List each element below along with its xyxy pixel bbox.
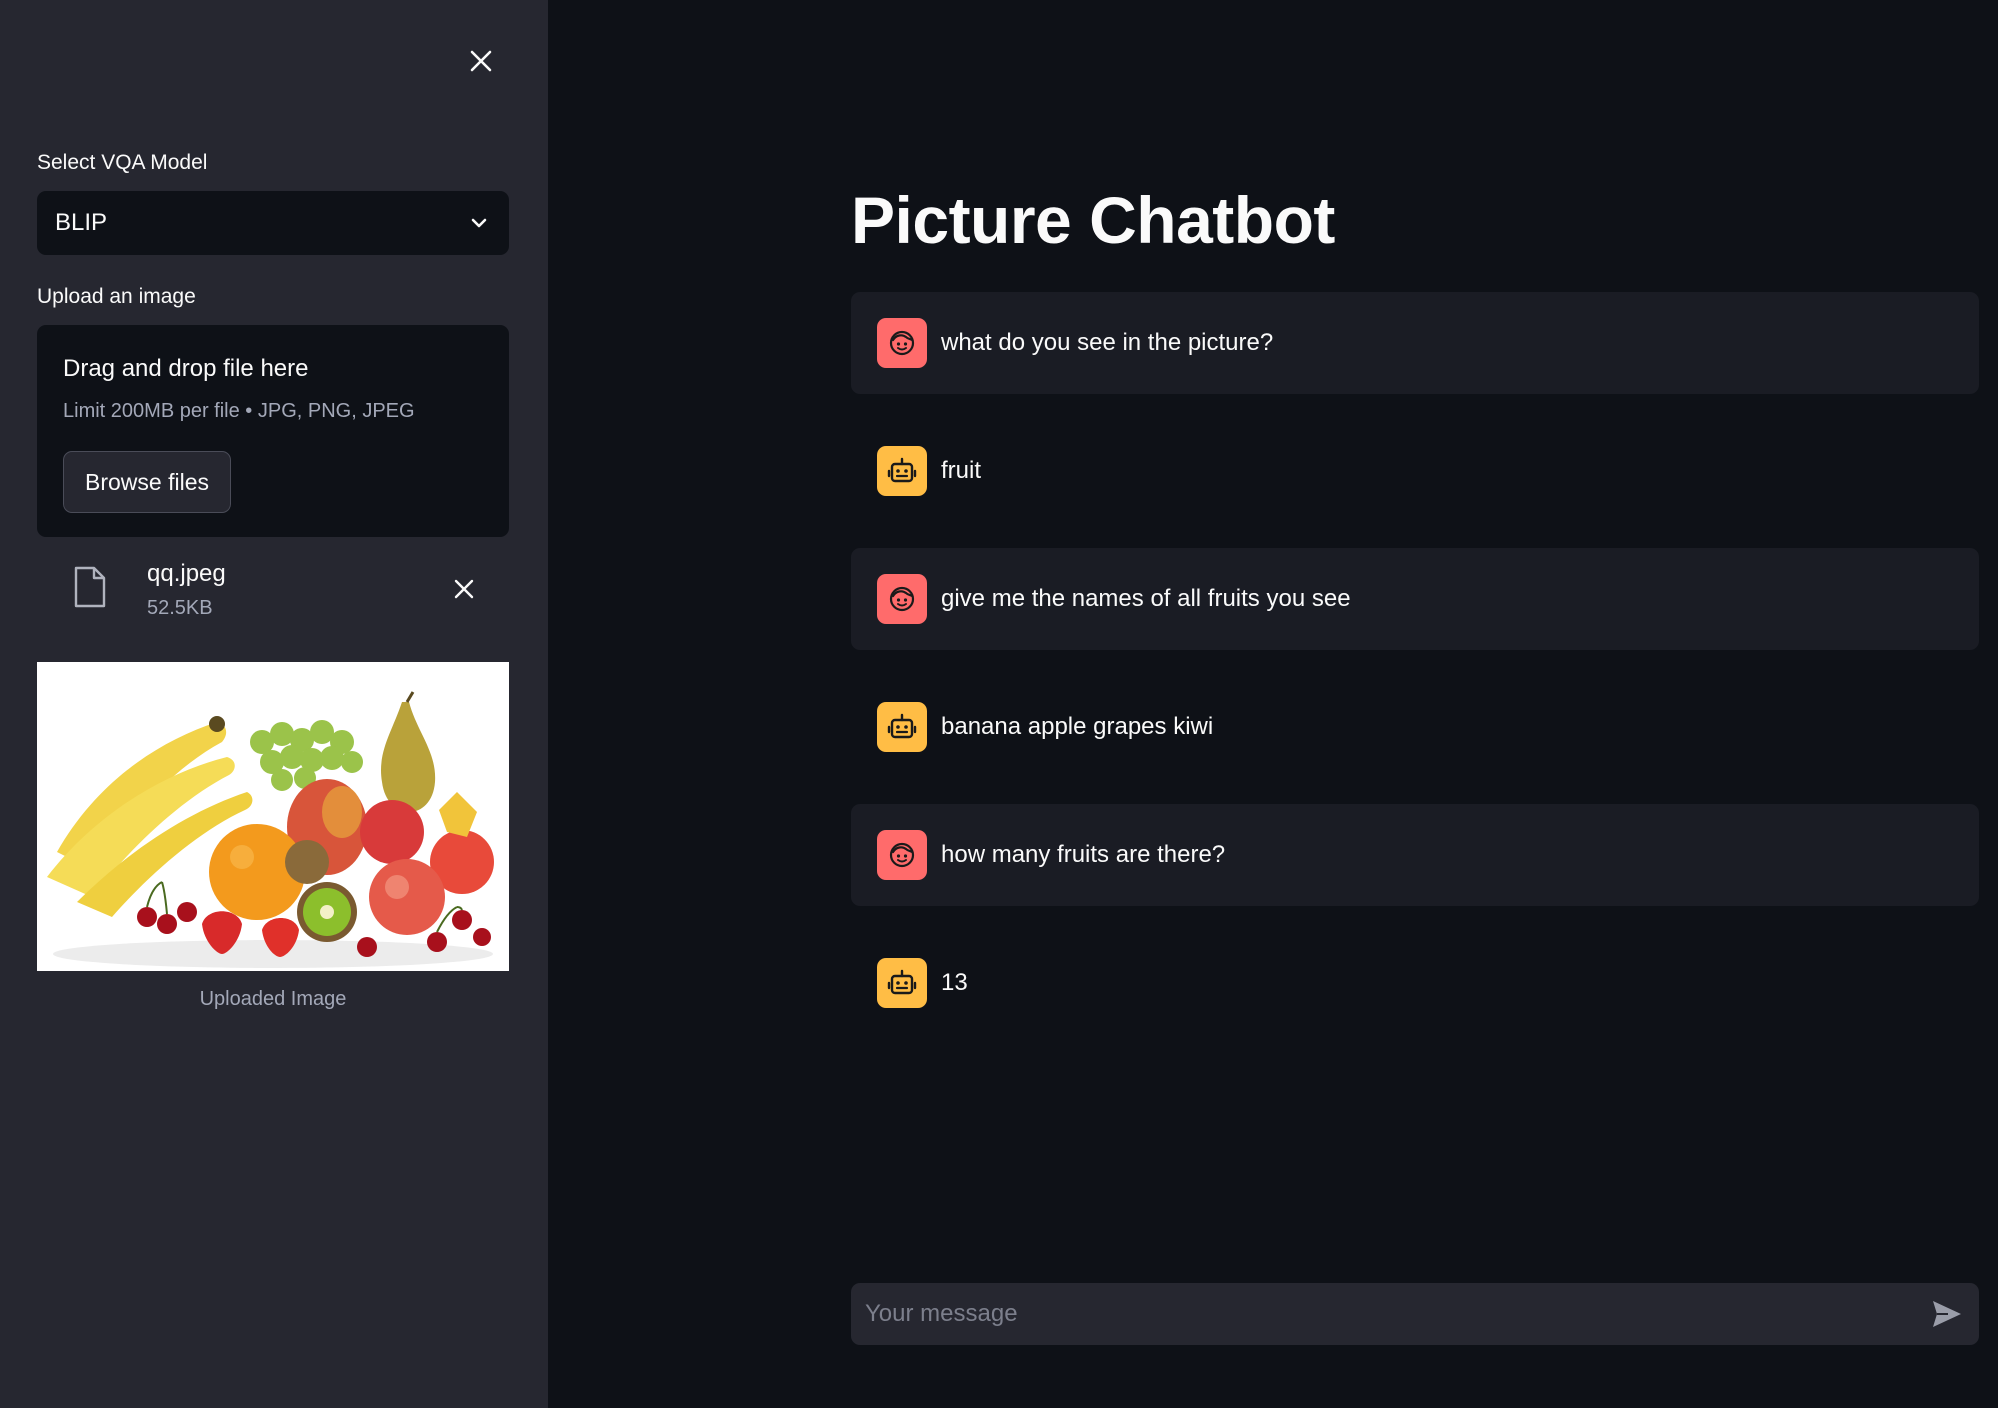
page-title: Picture Chatbot: [851, 183, 1335, 257]
user-face-icon: [889, 586, 915, 612]
user-message: give me the names of all fruits you see: [851, 548, 1979, 650]
message-text: what do you see in the picture?: [941, 329, 1274, 356]
assistant-message: 13: [851, 932, 1979, 1034]
assistant-avatar: [877, 958, 927, 1008]
sidebar-close-button[interactable]: [462, 42, 500, 80]
assistant-avatar: [877, 702, 927, 752]
user-message: what do you see in the picture?: [851, 292, 1979, 394]
dropzone-title: Drag and drop file here: [63, 355, 309, 382]
sidebar: Select VQA Model BLIP Upload an image Dr…: [0, 0, 548, 1408]
file-name: qq.jpeg: [147, 560, 226, 587]
close-icon: [454, 579, 474, 599]
model-select-value: BLIP: [55, 209, 108, 236]
chat-message-input[interactable]: [851, 1283, 1911, 1345]
remove-file-button[interactable]: [447, 572, 481, 606]
uploaded-image: [37, 662, 509, 971]
file-icon: [74, 566, 106, 608]
dropzone-limit: Limit 200MB per file • JPG, PNG, JPEG: [63, 400, 415, 422]
send-button[interactable]: [1929, 1297, 1965, 1331]
user-avatar: [877, 830, 927, 880]
model-select-label: Select VQA Model: [37, 151, 208, 174]
user-avatar: [877, 318, 927, 368]
app: Select VQA Model BLIP Upload an image Dr…: [0, 0, 1998, 1408]
robot-icon: [887, 457, 917, 483]
chat-input-container: [851, 1283, 1979, 1345]
message-text: banana apple grapes kiwi: [941, 713, 1214, 740]
assistant-message: fruit: [851, 420, 1979, 522]
user-message: how many fruits are there?: [851, 804, 1979, 906]
file-dropzone[interactable]: Drag and drop file here Limit 200MB per …: [37, 325, 509, 537]
browse-files-button[interactable]: Browse files: [63, 451, 231, 513]
upload-label: Upload an image: [37, 285, 196, 308]
assistant-message: banana apple grapes kiwi: [851, 676, 1979, 778]
message-text: 13: [941, 969, 968, 996]
close-icon: [470, 50, 492, 72]
user-face-icon: [889, 842, 915, 868]
message-text: how many fruits are there?: [941, 841, 1226, 868]
robot-icon: [887, 713, 917, 739]
user-face-icon: [889, 330, 915, 356]
file-size: 52.5KB: [147, 597, 213, 619]
assistant-avatar: [877, 446, 927, 496]
robot-icon: [887, 969, 917, 995]
image-caption: Uploaded Image: [199, 988, 347, 1010]
send-icon: [1933, 1301, 1961, 1327]
chat-messages: what do you see in the picture? fruit gi…: [851, 292, 1979, 1060]
message-text: give me the names of all fruits you see: [941, 585, 1351, 612]
model-select[interactable]: BLIP: [37, 191, 509, 255]
fruit-image: [37, 662, 509, 971]
message-text: fruit: [941, 457, 982, 484]
uploaded-file-row: qq.jpeg 52.5KB: [37, 556, 509, 630]
user-avatar: [877, 574, 927, 624]
chevron-down-icon: [471, 218, 487, 228]
